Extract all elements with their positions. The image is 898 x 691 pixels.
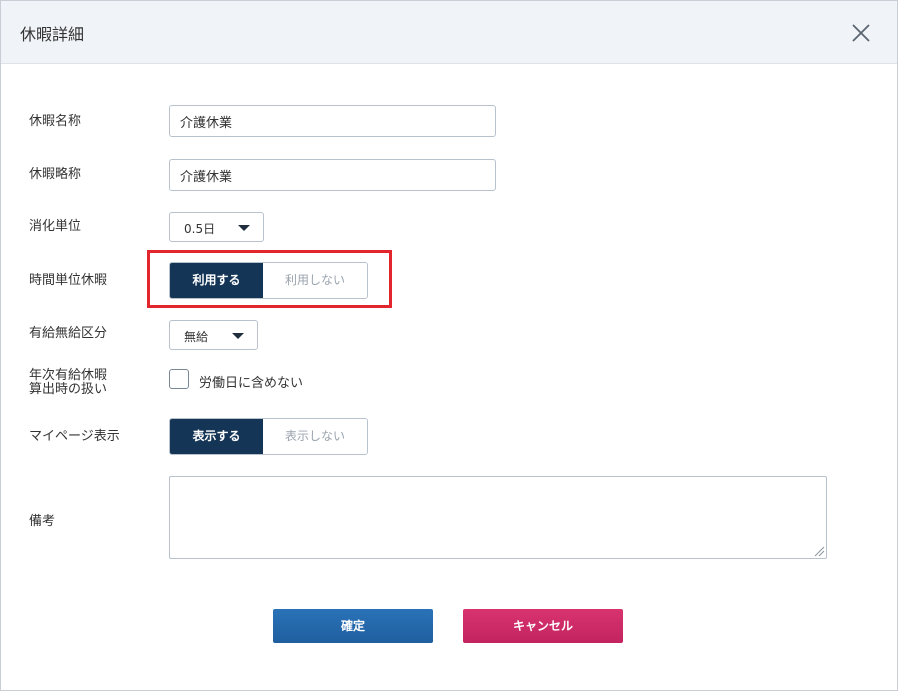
mypage-display-label: マイページ表示 — [29, 429, 120, 444]
remarks-label: 備考 — [29, 514, 56, 529]
hourly-leave-label: 時間単位休暇 — [29, 273, 108, 288]
annual-calc-label-line1: 年次有給休暇 — [29, 368, 108, 383]
mypage-display-on-button[interactable]: 表示する — [170, 419, 263, 454]
paid-type-select[interactable]: 無給 — [169, 320, 258, 350]
consumption-unit-select[interactable]: 0.5日 — [169, 212, 264, 242]
leave-detail-dialog: 休暇詳細 休暇名称 休暇略称 消化単位 0.5日 時間単位休暇 利用する 利用し… — [0, 0, 898, 691]
dialog-header: 休暇詳細 — [1, 1, 897, 64]
confirm-button[interactable]: 確定 — [273, 609, 433, 643]
remarks-textarea[interactable] — [169, 476, 827, 559]
consumption-unit-label: 消化単位 — [29, 219, 82, 234]
leave-abbr-label: 休暇略称 — [29, 167, 82, 182]
cancel-button[interactable]: キャンセル — [463, 609, 623, 643]
exclude-workday-label: 労働日に含めない — [199, 376, 304, 391]
chevron-down-icon — [238, 225, 250, 231]
resize-grip-icon[interactable] — [813, 545, 825, 557]
leave-abbr-input[interactable] — [169, 159, 496, 191]
annual-calc-label-line2: 算出時の扱い — [29, 382, 108, 397]
mypage-display-toggle: 表示する 表示しない — [169, 418, 368, 455]
exclude-workday-checkbox[interactable] — [169, 369, 189, 389]
leave-name-input[interactable] — [169, 105, 496, 137]
close-button[interactable] — [849, 21, 873, 45]
paid-type-label: 有給無給区分 — [29, 326, 108, 341]
leave-name-label: 休暇名称 — [29, 114, 82, 129]
chevron-down-icon — [232, 333, 244, 339]
mypage-display-off-button[interactable]: 表示しない — [263, 419, 367, 454]
consumption-unit-value: 0.5日 — [184, 222, 216, 236]
close-icon — [852, 24, 870, 42]
highlight-box — [147, 250, 392, 308]
paid-type-value: 無給 — [184, 330, 209, 344]
dialog-title: 休暇詳細 — [20, 25, 85, 44]
